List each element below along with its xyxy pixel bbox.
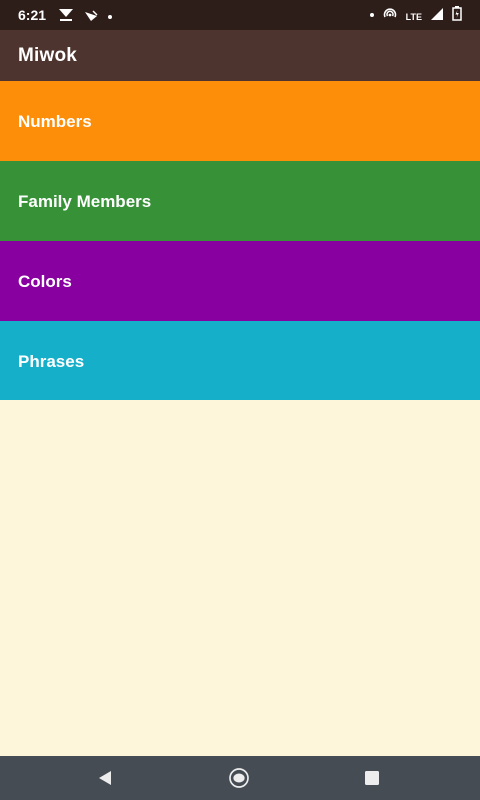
category-colors[interactable]: Colors xyxy=(0,241,480,321)
navigation-bar xyxy=(0,756,480,800)
dot-icon xyxy=(108,14,112,19)
status-left-icons xyxy=(58,8,112,25)
signal-icon xyxy=(430,7,444,24)
category-phrases[interactable]: Phrases xyxy=(0,321,480,400)
status-time: 6:21 xyxy=(18,7,47,23)
home-button[interactable] xyxy=(227,766,251,790)
category-numbers[interactable]: Numbers xyxy=(0,81,480,161)
category-label: Numbers xyxy=(18,112,92,131)
category-label: Colors xyxy=(18,272,72,291)
back-icon xyxy=(99,771,111,785)
status-bar: 6:21 LTE xyxy=(0,0,480,30)
category-label: Family Members xyxy=(18,192,152,211)
lte-icon: LTE xyxy=(406,7,422,23)
app-title: Miwok xyxy=(18,45,78,66)
app-bar: Miwok xyxy=(0,30,480,81)
dot-icon xyxy=(369,13,374,17)
category-family-members[interactable]: Family Members xyxy=(0,161,480,241)
status-right-icons: LTE xyxy=(369,6,462,24)
battery-icon xyxy=(452,6,462,24)
notification-icon xyxy=(84,9,98,25)
download-icon xyxy=(58,8,74,25)
back-button[interactable] xyxy=(93,766,117,790)
recents-button[interactable] xyxy=(360,766,384,790)
network-label: LTE xyxy=(405,12,422,22)
app-screen: 6:21 LTE Miwok Numbers Family Members Co… xyxy=(0,0,480,800)
hotspot-icon xyxy=(382,7,398,24)
category-label: Phrases xyxy=(18,352,85,371)
recents-icon xyxy=(365,771,379,785)
home-icon xyxy=(229,768,249,788)
